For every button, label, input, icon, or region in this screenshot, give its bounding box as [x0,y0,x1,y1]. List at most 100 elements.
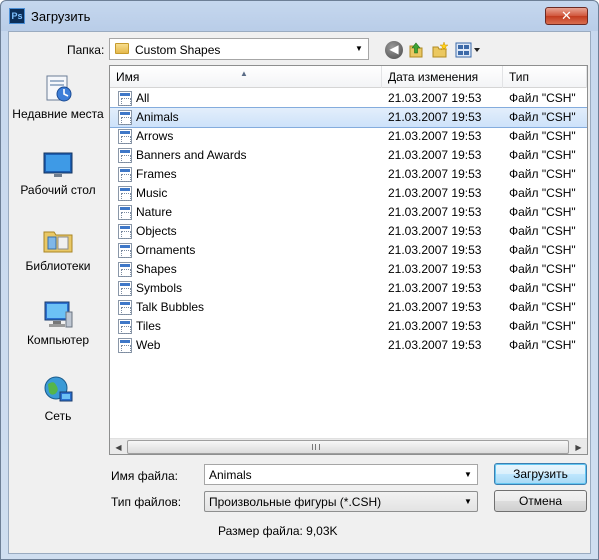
file-name: Web [136,338,161,352]
chevron-down-icon[interactable]: ▼ [350,39,368,59]
back-arrow-icon[interactable]: ◀ [385,41,403,59]
file-name: Ornaments [136,243,196,257]
file-row[interactable]: Nature 21.03.2007 19:53 Файл "CSH" [110,203,587,222]
libraries-icon [42,224,74,256]
csh-file-icon [118,91,132,106]
column-header-type[interactable]: Тип [503,66,587,88]
csh-file-icon [118,262,132,277]
csh-file-icon [118,148,132,163]
place-libraries[interactable]: Библиотеки [9,224,107,274]
folder-dropdown[interactable]: Custom Shapes ▼ [109,38,369,60]
new-folder-icon[interactable] [431,41,449,59]
file-name: Arrows [136,129,174,143]
csh-file-icon [118,224,132,239]
file-date: 21.03.2007 19:53 [388,319,482,333]
file-row[interactable]: Music 21.03.2007 19:53 Файл "CSH" [110,184,587,203]
file-row[interactable]: All 21.03.2007 19:53 Файл "CSH" [110,89,587,108]
csh-file-icon [118,243,132,258]
file-type: Файл "CSH" [509,224,576,238]
csh-file-icon [118,186,132,201]
file-name: Symbols [136,281,183,295]
file-date: 21.03.2007 19:53 [388,262,482,276]
file-date: 21.03.2007 19:53 [388,281,482,295]
file-date: 21.03.2007 19:53 [388,129,482,143]
place-computer[interactable]: Компьютер [9,298,107,348]
file-date: 21.03.2007 19:53 [388,300,482,314]
place-label: Рабочий стол [20,183,96,197]
column-header-date[interactable]: Дата изменения [382,66,503,88]
scroll-thumb[interactable] [127,440,569,454]
column-type-label: Тип [509,70,530,84]
recent-places-icon [42,72,74,104]
load-dialog: Ps Загрузить ✕ Папка: Custom Shapes ▼ ◀ [0,0,599,560]
place-network[interactable]: Сеть [9,374,107,424]
open-button[interactable]: Загрузить [494,463,587,485]
file-row[interactable]: Animals 21.03.2007 19:53 Файл "CSH" [110,107,587,128]
column-header-name[interactable]: ▲ Имя [110,66,382,88]
folder-icon [115,43,129,54]
views-menu-icon[interactable] [455,41,481,59]
file-name: Music [136,186,168,200]
filetype-value: Произвольные фигуры (*.CSH) [209,495,382,509]
file-row[interactable]: Shapes 21.03.2007 19:53 Файл "CSH" [110,260,587,279]
file-type: Файл "CSH" [509,262,576,276]
file-name: Frames [136,167,177,181]
file-type: Файл "CSH" [509,129,576,143]
column-name-label: Имя [116,70,140,84]
file-row[interactable]: Ornaments 21.03.2007 19:53 Файл "CSH" [110,241,587,260]
file-row[interactable]: Arrows 21.03.2007 19:53 Файл "CSH" [110,127,587,146]
file-name: Talk Bubbles [136,300,205,314]
file-type: Файл "CSH" [509,186,576,200]
file-date: 21.03.2007 19:53 [388,186,482,200]
cancel-button[interactable]: Отмена [494,490,587,512]
place-recent[interactable]: Недавние места [9,72,107,122]
file-date: 21.03.2007 19:53 [388,167,482,181]
filename-input[interactable]: Animals ▼ [204,464,478,485]
file-date: 21.03.2007 19:53 [388,224,482,238]
dialog-body: Папка: Custom Shapes ▼ ◀ Недавние места … [8,31,591,554]
csh-file-icon [118,129,132,144]
csh-file-icon [118,110,132,125]
close-button[interactable]: ✕ [545,7,588,25]
file-date: 21.03.2007 19:53 [388,148,482,162]
file-row[interactable]: Tiles 21.03.2007 19:53 Файл "CSH" [110,317,587,336]
list-header: ▲ Имя Дата изменения Тип [110,66,587,88]
csh-file-icon [118,300,132,315]
place-label: Библиотеки [25,259,91,273]
filetype-label: Тип файлов: [111,495,182,509]
title-bar[interactable]: Ps Загрузить ✕ [1,1,598,31]
file-row[interactable]: Objects 21.03.2007 19:53 Файл "CSH" [110,222,587,241]
file-row[interactable]: Frames 21.03.2007 19:53 Файл "CSH" [110,165,587,184]
folder-value: Custom Shapes [135,43,221,57]
file-row[interactable]: Talk Bubbles 21.03.2007 19:53 Файл "CSH" [110,298,587,317]
scroll-right-icon[interactable]: ▶ [570,439,587,454]
file-row[interactable]: Banners and Awards 21.03.2007 19:53 Файл "… [110,146,587,165]
file-row[interactable]: Symbols 21.03.2007 19:53 Файл "CSH" [110,279,587,298]
file-date: 21.03.2007 19:53 [388,243,482,257]
file-type: Файл "CSH" [509,167,576,181]
place-label: Недавние места [12,107,104,121]
horizontal-scrollbar[interactable]: ◀ ▶ [110,438,587,454]
file-type: Файл "CSH" [509,243,576,257]
file-list[interactable]: ▲ Имя Дата изменения Тип All 21.03.2007 1… [109,65,588,455]
file-row[interactable]: Web 21.03.2007 19:53 Файл "CSH" [110,336,587,355]
file-name: Objects [136,224,177,238]
scroll-left-icon[interactable]: ◀ [110,439,127,454]
photoshop-icon: Ps [9,8,25,24]
column-date-label: Дата изменения [388,70,479,84]
grip-icon [312,444,320,450]
file-date: 21.03.2007 19:53 [388,338,482,352]
chevron-down-icon[interactable]: ▼ [459,492,477,512]
window-title: Загрузить [31,9,91,24]
file-type: Файл "CSH" [509,281,576,295]
place-desktop[interactable]: Рабочий стол [9,148,107,198]
file-name: Animals [136,110,179,124]
chevron-down-icon[interactable]: ▼ [459,465,477,485]
up-folder-icon[interactable] [407,41,425,59]
file-type: Файл "CSH" [509,110,576,124]
file-date: 21.03.2007 19:53 [388,205,482,219]
filetype-select[interactable]: Произвольные фигуры (*.CSH) ▼ [204,491,478,512]
file-type: Файл "CSH" [509,300,576,314]
desktop-icon [42,148,74,180]
place-label: Компьютер [26,333,90,347]
